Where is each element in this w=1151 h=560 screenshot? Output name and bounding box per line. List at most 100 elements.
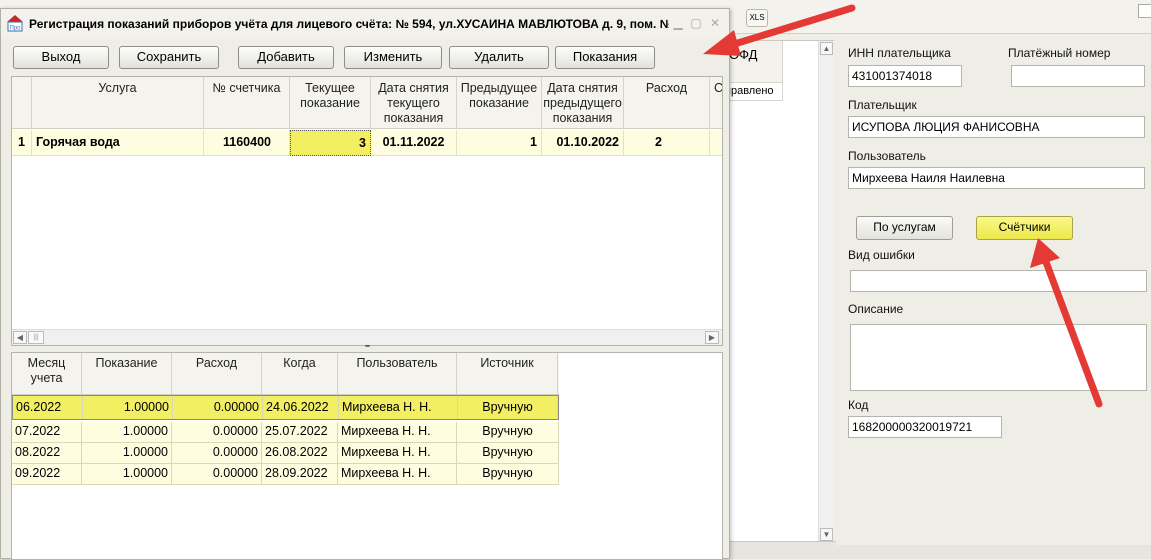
col-header-truncated[interactable]: С — [710, 77, 722, 129]
row-number-header — [12, 77, 32, 129]
description-field[interactable] — [850, 324, 1147, 391]
cell-user[interactable]: Мирхеева Н. Н. — [338, 464, 457, 484]
cell-month[interactable]: 08.2022 — [12, 443, 82, 463]
table-row[interactable]: 06.2022 1.00000 0.00000 24.06.2022 Мирхе… — [12, 395, 559, 420]
inn-field[interactable]: 431001374018 — [848, 65, 962, 87]
payer-field[interactable]: ИСУПОВА ЛЮЦИЯ ФАНИСОВНА — [848, 116, 1145, 138]
cell-consumption[interactable]: 0.00000 — [172, 422, 262, 442]
cell-when[interactable]: 25.07.2022 — [262, 422, 338, 442]
table-row[interactable]: 09.2022 1.00000 0.00000 28.09.2022 Мирхе… — [12, 464, 559, 485]
add-label: Добавить — [257, 49, 315, 64]
xls-export-button[interactable]: XLS — [746, 9, 768, 27]
inn-label: ИНН плательщика — [848, 46, 951, 60]
cell-consumption[interactable]: 0.00000 — [173, 396, 263, 419]
cell-user[interactable]: Мирхеева Н. Н. — [338, 443, 457, 463]
cell-source[interactable]: Вручную — [457, 443, 559, 463]
scroll-left-icon[interactable]: ◀ — [13, 331, 27, 344]
table-row[interactable]: 08.2022 1.00000 0.00000 26.08.2022 Мирхе… — [12, 443, 559, 464]
cell-source[interactable]: Вручную — [457, 464, 559, 484]
svg-text:Про: Про — [10, 26, 22, 32]
save-label: Сохранить — [136, 49, 202, 64]
cell-month[interactable]: 06.2022 — [13, 396, 83, 419]
col-header-meter-no[interactable]: № счетчика — [204, 77, 290, 129]
meters-table-header: Услуга № счетчика Текущее показание Дата… — [12, 77, 722, 129]
cell-reading[interactable]: 1.00000 — [82, 443, 172, 463]
meter-readings-dialog: Про Регистрация показаний приборов учёта… — [0, 8, 730, 560]
scroll-down-icon[interactable]: ▼ — [820, 528, 833, 541]
error-type-field[interactable] — [850, 270, 1147, 292]
code-label: Код — [848, 398, 869, 412]
error-type-label: Вид ошибки — [848, 248, 915, 262]
cell-current-date[interactable]: 01.11.2022 — [371, 130, 457, 156]
cell-consumption[interactable]: 0.00000 — [172, 443, 262, 463]
cell-reading[interactable]: 1.00000 — [82, 464, 172, 484]
cell-month[interactable]: 07.2022 — [12, 422, 82, 442]
cell-meter-no[interactable]: 1160400 — [204, 130, 290, 156]
cell-user[interactable]: Мирхеева Н. Н. — [339, 396, 458, 419]
col-header-previous-date[interactable]: Дата снятия предыдущего показания — [542, 77, 624, 129]
payment-number-field[interactable] — [1011, 65, 1145, 87]
exit-button[interactable]: Выход — [13, 46, 109, 69]
payment-details-panel: ИНН плательщика Платёжный номер 43100137… — [836, 40, 1151, 545]
meters-table: Услуга № счетчика Текущее показание Дата… — [11, 76, 723, 346]
col-header-service[interactable]: Услуга — [32, 77, 204, 129]
col-header-when[interactable]: Когда — [262, 353, 338, 395]
list-vertical-scrollbar[interactable]: ▲ ▼ — [818, 41, 834, 544]
cell-when[interactable]: 28.09.2022 — [262, 464, 338, 484]
dialog-title: Регистрация показаний приборов учёта для… — [29, 17, 669, 31]
save-button[interactable]: Сохранить — [119, 46, 219, 69]
by-services-button[interactable]: По услугам — [856, 216, 953, 240]
cell-truncated — [710, 130, 722, 156]
col-header-consumption[interactable]: Расход — [172, 353, 262, 395]
close-icon[interactable]: ✕ — [709, 17, 721, 29]
readings-label: Показания — [572, 49, 638, 64]
maximize-icon[interactable]: ▢ — [690, 17, 702, 29]
cell-consumption[interactable]: 0.00000 — [172, 464, 262, 484]
meters-horizontal-scrollbar[interactable]: ◀ ||| ▶ — [12, 329, 722, 345]
payer-label: Плательщик — [848, 98, 917, 112]
cell-service[interactable]: Горячая вода — [32, 130, 204, 156]
background-field-edge — [1138, 4, 1151, 18]
col-header-reading[interactable]: Показание — [82, 353, 172, 395]
row-number: 1 — [12, 130, 32, 156]
col-header-month[interactable]: Месяц учета — [12, 353, 82, 395]
app-logo-icon: Про — [7, 15, 23, 32]
cell-reading[interactable]: 1.00000 — [83, 396, 173, 419]
edit-button[interactable]: Изменить — [344, 46, 442, 69]
col-header-current[interactable]: Текущее показание — [290, 77, 371, 129]
table-row[interactable]: 1 Горячая вода 1160400 3 01.11.2022 1 01… — [12, 130, 722, 156]
cell-previous-date[interactable]: 01.10.2022 — [542, 130, 624, 156]
readings-history-table: Месяц учета Показание Расход Когда Польз… — [11, 352, 723, 560]
background-list: ОФД правлено ▲ ▼ — [722, 40, 834, 545]
minimize-icon[interactable]: ▁ — [672, 17, 684, 29]
cell-consumption[interactable]: 2 — [624, 130, 710, 156]
add-button[interactable]: Добавить — [238, 46, 334, 69]
cell-user[interactable]: Мирхеева Н. Н. — [338, 422, 457, 442]
cell-source[interactable]: Вручную — [458, 396, 558, 419]
scroll-right-icon[interactable]: ▶ — [705, 331, 719, 344]
cell-current-reading[interactable]: 3 — [290, 130, 371, 156]
code-field[interactable]: 168200000320019721 — [848, 416, 1002, 438]
scroll-thumb[interactable]: ||| — [28, 331, 44, 344]
delete-button[interactable]: Удалить — [449, 46, 549, 69]
cell-month[interactable]: 09.2022 — [12, 464, 82, 484]
user-field[interactable]: Мирхеева Наиля Наилевна — [848, 167, 1145, 189]
dialog-title-bar[interactable]: Про Регистрация показаний приборов учёта… — [1, 9, 729, 39]
cell-when[interactable]: 26.08.2022 — [262, 443, 338, 463]
col-header-user[interactable]: Пользователь — [338, 353, 457, 395]
cell-previous-reading[interactable]: 1 — [457, 130, 542, 156]
cell-reading[interactable]: 1.00000 — [82, 422, 172, 442]
col-header-current-date[interactable]: Дата снятия текущего показания — [371, 77, 457, 129]
col-header-source[interactable]: Источник — [457, 353, 558, 395]
cell-when[interactable]: 24.06.2022 — [263, 396, 339, 419]
readings-button[interactable]: Показания — [555, 46, 655, 69]
description-label: Описание — [848, 302, 904, 316]
payment-number-label: Платёжный номер — [1008, 46, 1111, 60]
col-header-consumption[interactable]: Расход — [624, 77, 710, 129]
meters-button[interactable]: Счётчики — [976, 216, 1073, 240]
scroll-up-icon[interactable]: ▲ — [820, 42, 833, 55]
cell-source[interactable]: Вручную — [457, 422, 559, 442]
col-header-previous[interactable]: Предыдущее показание — [457, 77, 542, 129]
table-row[interactable]: 07.2022 1.00000 0.00000 25.07.2022 Мирхе… — [12, 422, 559, 443]
history-table-header: Месяц учета Показание Расход Когда Польз… — [12, 353, 559, 395]
